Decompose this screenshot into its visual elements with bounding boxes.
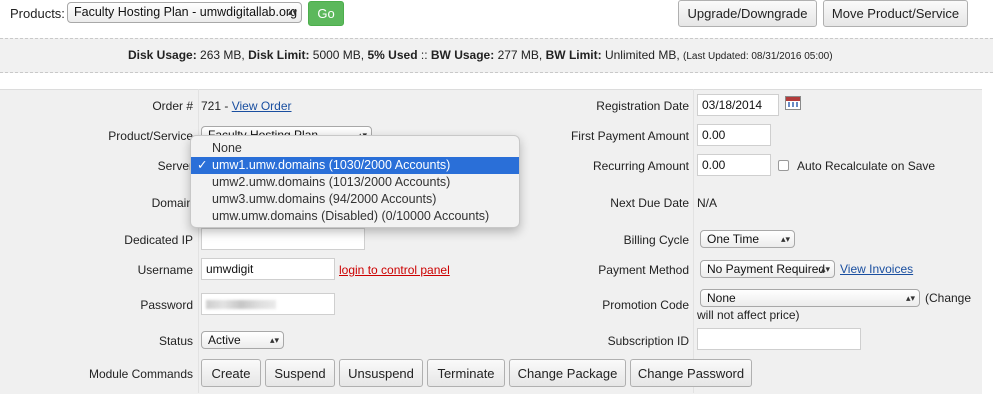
server-label: Server bbox=[157, 159, 193, 173]
last-updated: (Last Updated: 08/31/2016 05:00) bbox=[683, 51, 833, 62]
password-label: Password bbox=[140, 298, 193, 312]
used-percent: 5% Used bbox=[367, 48, 418, 62]
auto-recalculate-label: Auto Recalculate on Save bbox=[797, 159, 936, 173]
auto-recalculate-checkbox[interactable] bbox=[778, 160, 789, 171]
recurring-amount-input[interactable]: 0.00 bbox=[697, 154, 771, 176]
calendar-icon[interactable] bbox=[785, 96, 801, 110]
billing-cycle-select[interactable]: One Time ▴▾ bbox=[700, 230, 795, 248]
checkmark-icon: ✓ bbox=[197, 158, 208, 172]
next-due-date-label: Next Due Date bbox=[610, 196, 689, 210]
promotion-code-label: Promotion Code bbox=[602, 298, 689, 312]
promo-note-price: will not affect price) bbox=[697, 308, 800, 322]
registration-date-input[interactable]: 03/18/2014 bbox=[697, 94, 779, 116]
server-dropdown-menu: None ✓ umw1.umw.domains (1030/2000 Accoun… bbox=[190, 135, 520, 228]
first-payment-input[interactable]: 0.00 bbox=[697, 124, 771, 146]
bw-usage-value: 277 MB, bbox=[497, 48, 543, 62]
domain-label: Domain bbox=[151, 196, 193, 210]
server-option-umw1[interactable]: ✓ umw1.umw.domains (1030/2000 Accounts) bbox=[191, 157, 519, 174]
products-label: Products: bbox=[10, 6, 65, 21]
unsuspend-button[interactable]: Unsuspend bbox=[339, 359, 423, 387]
column-divider bbox=[693, 89, 694, 393]
upgrade-downgrade-button[interactable]: Upgrade/Downgrade bbox=[678, 0, 817, 27]
create-button[interactable]: Create bbox=[201, 359, 261, 387]
view-order-link[interactable]: View Order bbox=[232, 99, 292, 113]
login-control-panel-link[interactable]: login to control panel bbox=[339, 263, 450, 277]
terminate-button[interactable]: Terminate bbox=[427, 359, 505, 387]
billing-cycle-label: Billing Cycle bbox=[623, 233, 689, 247]
chevron-updown-icon: ▴▾ bbox=[905, 293, 915, 303]
payment-method-select[interactable]: No Payment Required ▴▾ bbox=[700, 260, 835, 278]
module-commands-label: Module Commands bbox=[88, 367, 193, 381]
recurring-amount-label: Recurring Amount bbox=[592, 159, 689, 173]
status-select[interactable]: Active ▴▾ bbox=[201, 331, 284, 349]
product-select[interactable]: Faculty Hosting Plan - umwdigitallab.org… bbox=[67, 2, 302, 23]
go-button[interactable]: Go bbox=[308, 1, 344, 26]
registration-date-label: Registration Date bbox=[596, 99, 689, 113]
order-value: 721 - bbox=[201, 99, 229, 113]
disk-limit-value: 5000 MB, bbox=[312, 48, 365, 62]
promotion-code-value: None bbox=[707, 291, 736, 305]
disk-limit-label: Disk Limit: bbox=[248, 48, 310, 62]
status-label: Status bbox=[158, 334, 193, 348]
chevron-updown-icon: ▴▾ bbox=[780, 234, 790, 244]
billing-cycle-value: One Time bbox=[707, 232, 760, 246]
view-invoices-link[interactable]: View Invoices bbox=[840, 262, 913, 276]
server-option-umw[interactable]: umw.umw.domains (Disabled) (0/10000 Acco… bbox=[191, 208, 519, 225]
next-due-date-value: N/A bbox=[697, 196, 718, 210]
status-value: Active bbox=[208, 333, 241, 347]
server-option-umw2[interactable]: umw2.umw.domains (1013/2000 Accounts) bbox=[191, 174, 519, 191]
chevron-updown-icon: ▴▾ bbox=[269, 335, 279, 345]
product-service-label: Product/Service bbox=[108, 129, 193, 143]
password-input[interactable] bbox=[201, 293, 335, 315]
disk-usage-value: 263 MB, bbox=[200, 48, 245, 62]
chevron-updown-icon: ▴▾ bbox=[820, 264, 830, 274]
payment-method-value: No Payment Required bbox=[707, 262, 826, 276]
promotion-code-select[interactable]: None ▴▾ bbox=[700, 289, 920, 307]
disk-usage-label: Disk Usage: bbox=[128, 48, 197, 62]
bw-limit-value: Unlimited MB, bbox=[604, 48, 680, 62]
bw-usage-label: BW Usage: bbox=[430, 48, 495, 62]
change-package-button[interactable]: Change Package bbox=[509, 359, 626, 387]
order-label: Order # bbox=[152, 99, 193, 113]
first-payment-label: First Payment Amount bbox=[570, 129, 689, 143]
username-input[interactable]: umwdigit bbox=[201, 258, 335, 280]
subscription-id-input[interactable] bbox=[697, 328, 861, 350]
chevron-updown-icon: ▴▾ bbox=[287, 7, 297, 17]
dedicated-ip-label: Dedicated IP bbox=[124, 233, 193, 247]
suspend-button[interactable]: Suspend bbox=[265, 359, 335, 387]
payment-method-label: Payment Method bbox=[598, 263, 689, 277]
order-number: 721 - View Order bbox=[201, 99, 292, 113]
usage-summary: Disk Usage: 263 MB, Disk Limit: 5000 MB,… bbox=[128, 48, 833, 62]
subscription-id-label: Subscription ID bbox=[607, 334, 689, 348]
change-password-button[interactable]: Change Password bbox=[630, 359, 752, 387]
usage-separator: :: bbox=[420, 48, 428, 62]
username-label: Username bbox=[137, 263, 193, 277]
move-product-button[interactable]: Move Product/Service bbox=[823, 0, 968, 27]
masked-password bbox=[206, 300, 276, 309]
promo-note-change: (Change bbox=[925, 291, 972, 305]
product-select-value: Faculty Hosting Plan - umwdigitallab.org bbox=[74, 5, 298, 19]
bw-limit-label: BW Limit: bbox=[545, 48, 602, 62]
server-option-none[interactable]: None bbox=[191, 140, 519, 157]
dedicated-ip-input[interactable] bbox=[201, 228, 365, 250]
server-option-umw3[interactable]: umw3.umw.domains (94/2000 Accounts) bbox=[191, 191, 519, 208]
